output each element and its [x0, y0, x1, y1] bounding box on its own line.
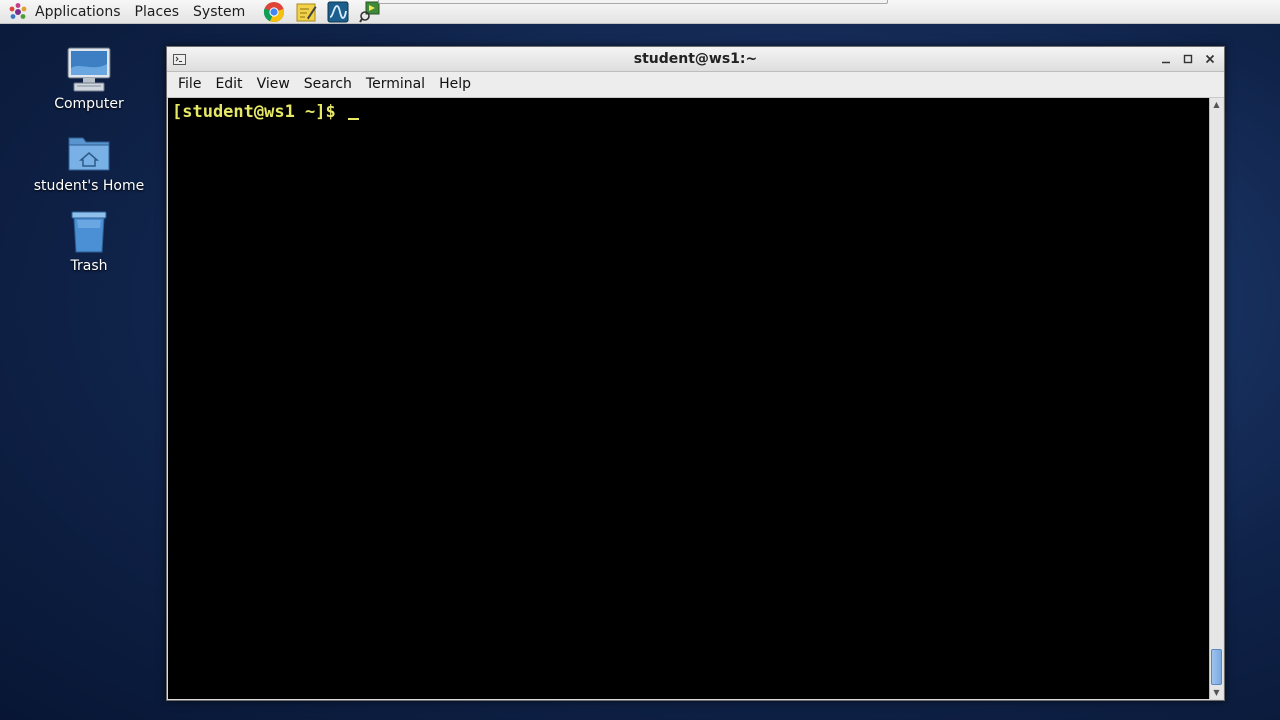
vertical-scrollbar[interactable]: ▲ ▼: [1209, 98, 1223, 699]
scroll-up-icon[interactable]: ▲: [1210, 98, 1223, 111]
text-cursor: [348, 100, 359, 120]
desktop-icon-label: student's Home: [33, 178, 145, 194]
window-titlebar[interactable]: student@ws1:~: [167, 47, 1224, 72]
window-list-strip: [378, 0, 888, 4]
scroll-down-icon[interactable]: ▼: [1210, 686, 1223, 699]
terminal-window[interactable]: student@ws1:~ File Edit View Search Term…: [166, 46, 1225, 701]
home-folder-icon: [65, 128, 113, 176]
desktop-icon-computer[interactable]: Computer: [29, 46, 149, 112]
applications-menu[interactable]: Applications: [28, 0, 128, 24]
desktop-icon-label: Computer: [54, 96, 124, 112]
chrome-icon[interactable]: [262, 0, 286, 24]
scrollbar-thumb[interactable]: [1211, 649, 1222, 685]
shell-prompt-line: [student@ws1 ~]$: [172, 100, 359, 122]
desktop-icon-label: Trash: [70, 258, 108, 274]
computer-icon: [65, 46, 113, 94]
menu-edit[interactable]: Edit: [208, 72, 249, 97]
desktop-icon-trash[interactable]: Trash: [29, 208, 149, 274]
terminal-menubar: File Edit View Search Terminal Help: [167, 72, 1224, 98]
maximize-icon[interactable]: [1180, 49, 1196, 69]
terminal-text-area[interactable]: [student@ws1 ~]$: [168, 98, 1210, 699]
text-editor-icon[interactable]: [294, 0, 318, 24]
close-icon[interactable]: [1202, 49, 1218, 69]
oscilloscope-icon[interactable]: [326, 0, 350, 24]
menu-terminal[interactable]: Terminal: [359, 72, 432, 97]
places-menu[interactable]: Places: [128, 0, 187, 24]
gnome-foot-icon[interactable]: [8, 2, 28, 22]
menu-view[interactable]: View: [250, 72, 297, 97]
top-panel: Applications Places System: [0, 0, 1280, 24]
minimize-icon[interactable]: [1158, 49, 1174, 69]
window-title: student@ws1:~: [633, 51, 758, 67]
desktop-icon-home[interactable]: student's Home: [29, 128, 149, 194]
system-menu[interactable]: System: [186, 0, 252, 24]
trash-icon: [65, 208, 113, 256]
shell-prompt: [student@ws1 ~]$: [172, 102, 346, 122]
menu-file[interactable]: File: [171, 72, 208, 97]
menu-search[interactable]: Search: [297, 72, 359, 97]
menu-help[interactable]: Help: [432, 72, 478, 97]
